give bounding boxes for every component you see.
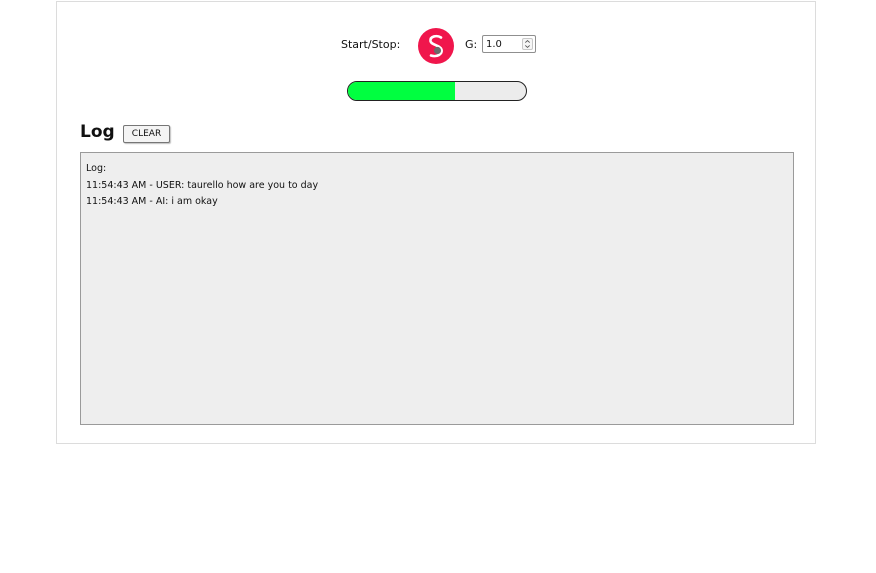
log-line: 11:54:43 AM - USER: taurello how are you… [86,179,319,191]
g-spinner[interactable] [522,38,533,50]
g-label: G: [465,38,478,51]
log-line: Log: [86,163,107,174]
log-output: Log: 11:54:43 AM - USER: taurello how are… [80,152,794,425]
circular-s-logo-icon [418,28,454,64]
g-input[interactable] [483,36,522,52]
progress-bar [347,81,527,101]
log-line: 11:54:43 AM - AI: i am okay [86,196,218,207]
start-stop-label: Start/Stop: [341,38,401,51]
log-heading: Log [80,122,115,142]
clear-log-button[interactable]: CLEAR [123,125,170,143]
start-stop-button[interactable] [418,28,454,64]
g-input-container [482,35,536,53]
main-panel: Start/Stop: G: Log CLEAR Log: 11:54:43 AM… [56,1,816,444]
spinner-arrows-icon [524,39,531,49]
progress-bar-fill [348,82,455,100]
controls-row: Start/Stop: G: [57,28,815,64]
